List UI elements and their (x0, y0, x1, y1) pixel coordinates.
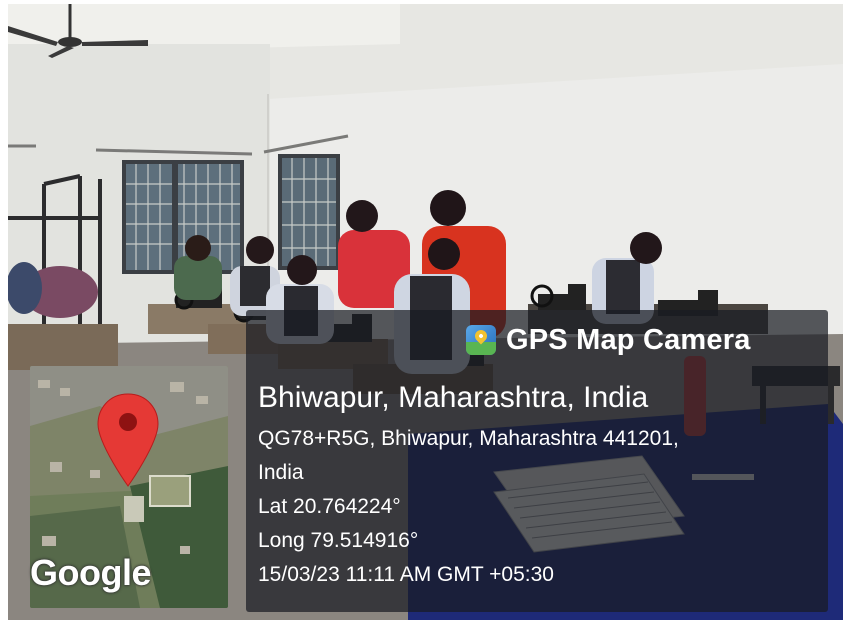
gps-map-camera-brand: GPS Map Camera (466, 318, 751, 362)
google-attribution: Google (30, 552, 152, 593)
address-line-1: QG78+R5G, Bhiwapur, Maharashtra 441201, (258, 427, 679, 450)
address-line-2: India (258, 461, 304, 484)
location-details: Bhiwapur, Maharashtra, India QG78+R5G, B… (258, 378, 818, 592)
map-pin-icon (466, 325, 496, 355)
latitude: Lat 20.764224° (258, 495, 401, 518)
longitude: Long 79.514916° (258, 529, 419, 552)
place-name: Bhiwapur, Maharashtra, India (258, 381, 649, 414)
date-time: 15/03/23 11:11 AM GMT +05:30 (258, 563, 554, 586)
brand-name: GPS Map Camera (506, 323, 751, 356)
